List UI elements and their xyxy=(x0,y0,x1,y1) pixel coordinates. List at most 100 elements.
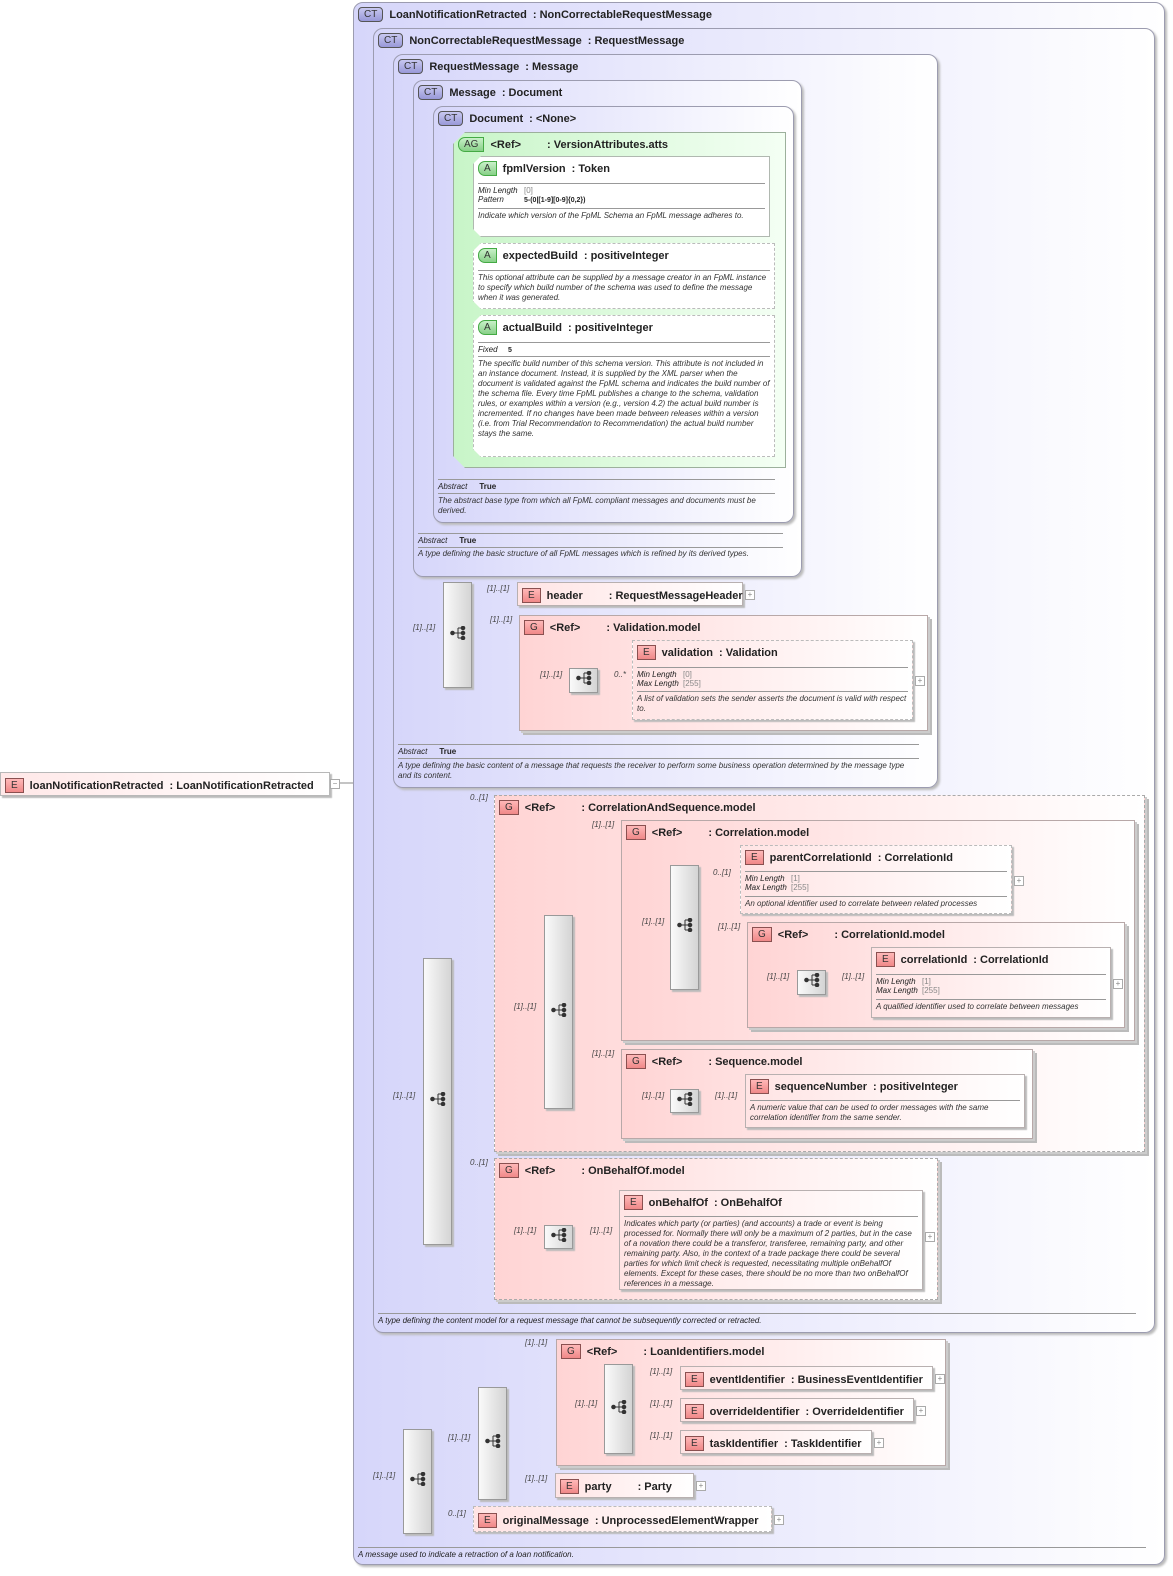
cardinality: [1]..[1] xyxy=(393,1091,416,1100)
element-taskIdentifier[interactable]: EtaskIdentifier: TaskIdentifier xyxy=(680,1430,872,1454)
group-icon: G xyxy=(499,800,519,815)
sequence-compositor[interactable] xyxy=(670,1089,699,1113)
element-facets: Min Length [1] Max Length [255] xyxy=(876,974,1106,995)
element-type: : CorrelationId xyxy=(877,851,953,864)
type-description: A type defining the content model for a … xyxy=(378,1313,1136,1327)
attribute-description: The specific build number of this schema… xyxy=(478,356,770,439)
group-type: : CorrelationAndSequence.model xyxy=(581,801,756,814)
abstract-row: Abstract True xyxy=(438,479,775,494)
sequence-compositor[interactable] xyxy=(423,958,452,1245)
sequence-compositor[interactable] xyxy=(544,1225,573,1249)
cardinality: [1]..[1] xyxy=(373,1471,396,1480)
attribute-type: : Token xyxy=(571,162,610,175)
element-onBehalfOf[interactable]: EonBehalfOf: OnBehalfOf Indicates which … xyxy=(619,1190,923,1290)
element-originalMessage[interactable]: EoriginalMessage: UnprocessedElementWrap… xyxy=(473,1506,772,1532)
complex-type-icon: CT xyxy=(358,7,384,22)
expand-toggle[interactable]: + xyxy=(1014,876,1024,886)
expand-toggle[interactable]: + xyxy=(925,1232,935,1242)
sequence-icon xyxy=(550,1227,567,1247)
sequence-compositor[interactable] xyxy=(443,582,472,688)
sequence-compositor[interactable] xyxy=(544,915,573,1109)
sequence-compositor[interactable] xyxy=(478,1387,507,1500)
element-overrideIdentifier[interactable]: EoverrideIdentifier: OverrideIdentifier xyxy=(680,1398,914,1422)
sequence-compositor[interactable] xyxy=(569,668,598,693)
sequence-compositor[interactable] xyxy=(797,970,826,995)
cardinality: [1]..[1] xyxy=(490,615,513,624)
sequence-icon xyxy=(676,1091,693,1111)
element-icon: E xyxy=(560,1479,579,1494)
element-icon: E xyxy=(637,645,656,660)
sequence-icon xyxy=(484,1433,501,1453)
ref-label: <Ref> xyxy=(586,1345,618,1358)
element-type: : OnBehalfOf xyxy=(713,1196,782,1209)
choice-compositor[interactable] xyxy=(604,1364,633,1454)
abstract-row: Abstract True xyxy=(398,744,919,759)
element-header[interactable]: Eheader: RequestMessageHeader xyxy=(517,582,743,606)
cardinality: 0..[1] xyxy=(448,1509,466,1518)
element-correlationId[interactable]: EcorrelationId: CorrelationId Min Length… xyxy=(871,947,1111,1018)
expand-toggle[interactable]: + xyxy=(696,1481,706,1491)
sequence-compositor[interactable] xyxy=(403,1429,432,1534)
group-type: : Correlation.model xyxy=(708,826,810,839)
expand-toggle[interactable]: + xyxy=(916,1406,926,1416)
element-party[interactable]: Eparty: Party xyxy=(555,1473,694,1498)
ref-label: <Ref> xyxy=(777,928,809,941)
expand-toggle[interactable]: + xyxy=(874,1438,884,1448)
type-description: A type defining the basic content of a m… xyxy=(398,761,905,780)
type-description: The abstract base type from which all Fp… xyxy=(438,496,756,515)
sequence-icon xyxy=(449,625,466,645)
type-description: A message used to indicate a retraction … xyxy=(358,1547,1146,1561)
group-type: : VersionAttributes.atts xyxy=(547,138,669,151)
ref-label: <Ref> xyxy=(549,621,581,634)
root-element-loanNotificationRetracted[interactable]: EloanNotificationRetracted: LoanNotifica… xyxy=(0,772,330,796)
expand-toggle[interactable]: + xyxy=(915,676,925,686)
attribute-type: : positiveInteger xyxy=(583,249,669,262)
cardinality: [1]..[1] xyxy=(525,1338,548,1347)
base-type: : Message xyxy=(525,60,579,73)
element-type: : TaskIdentifier xyxy=(784,1437,862,1450)
cardinality: [1]..[1] xyxy=(642,1091,665,1100)
attribute-actualBuild[interactable]: AactualBuild: positiveInteger Fixed 5 The… xyxy=(473,315,775,457)
element-description: A qualified identifier used to correlate… xyxy=(876,999,1106,1012)
attribute-facets: Min Length [0] Pattern 5-(0|[1-9][0-9]{0,2}… xyxy=(478,183,765,204)
attribute-fpmlVersion[interactable]: AfpmlVersion : Token Min Length [0] Pattern… xyxy=(473,156,770,237)
sequence-compositor[interactable] xyxy=(670,865,699,990)
collapse-toggle[interactable]: − xyxy=(330,779,340,789)
expand-toggle[interactable]: + xyxy=(745,590,755,600)
cardinality: 0..* xyxy=(614,670,627,679)
ref-label: <Ref> xyxy=(651,826,683,839)
expand-toggle[interactable]: + xyxy=(935,1374,945,1384)
group-icon: G xyxy=(752,927,772,942)
attribute-expectedBuild[interactable]: AexpectedBuild: positiveInteger This opt… xyxy=(473,243,775,309)
element-type: : RequestMessageHeader xyxy=(608,589,743,602)
attribute-description: Indicate which version of the FpML Schem… xyxy=(478,208,765,221)
cardinality: [1]..[1] xyxy=(592,820,615,829)
cardinality: [1]..[1] xyxy=(487,584,510,593)
group-type: : Sequence.model xyxy=(708,1055,803,1068)
element-validation[interactable]: Evalidation: Validation Min Length [0] Max… xyxy=(632,640,913,720)
element-eventIdentifier[interactable]: EeventIdentifier: BusinessEventIdentifie… xyxy=(680,1366,933,1390)
cardinality: 0..[1] xyxy=(470,793,488,802)
expand-toggle[interactable]: + xyxy=(774,1515,784,1525)
cardinality: [1]..[1] xyxy=(718,922,741,931)
type-name: Message xyxy=(449,86,496,99)
attribute-name: fpmlVersion xyxy=(502,162,566,175)
attribute-description: This optional attribute can be supplied … xyxy=(478,270,770,303)
element-description: A numeric value that can be used to orde… xyxy=(750,1100,1020,1123)
expand-toggle[interactable]: + xyxy=(1113,979,1123,989)
element-type: : LoanNotificationRetracted xyxy=(169,779,314,792)
element-icon: E xyxy=(685,1404,704,1419)
attribute-icon: A xyxy=(478,161,497,176)
sequence-icon xyxy=(550,1002,567,1022)
group-icon: G xyxy=(561,1344,581,1359)
type-description: A type defining the basic structure of a… xyxy=(418,549,749,558)
element-parentCorrelationId[interactable]: EparentCorrelationId: CorrelationId Min … xyxy=(740,845,1012,914)
attribute-type: : positiveInteger xyxy=(567,321,653,334)
group-type: : Validation.model xyxy=(606,621,701,634)
cardinality: [1]..[1] xyxy=(642,917,665,926)
attribute-facets: Fixed 5 xyxy=(478,342,770,354)
element-icon: E xyxy=(745,850,764,865)
element-badge: E xyxy=(5,778,24,793)
element-sequenceNumber[interactable]: EsequenceNumber: positiveInteger A numer… xyxy=(745,1074,1025,1128)
type-name: LoanNotificationRetracted xyxy=(389,8,527,21)
